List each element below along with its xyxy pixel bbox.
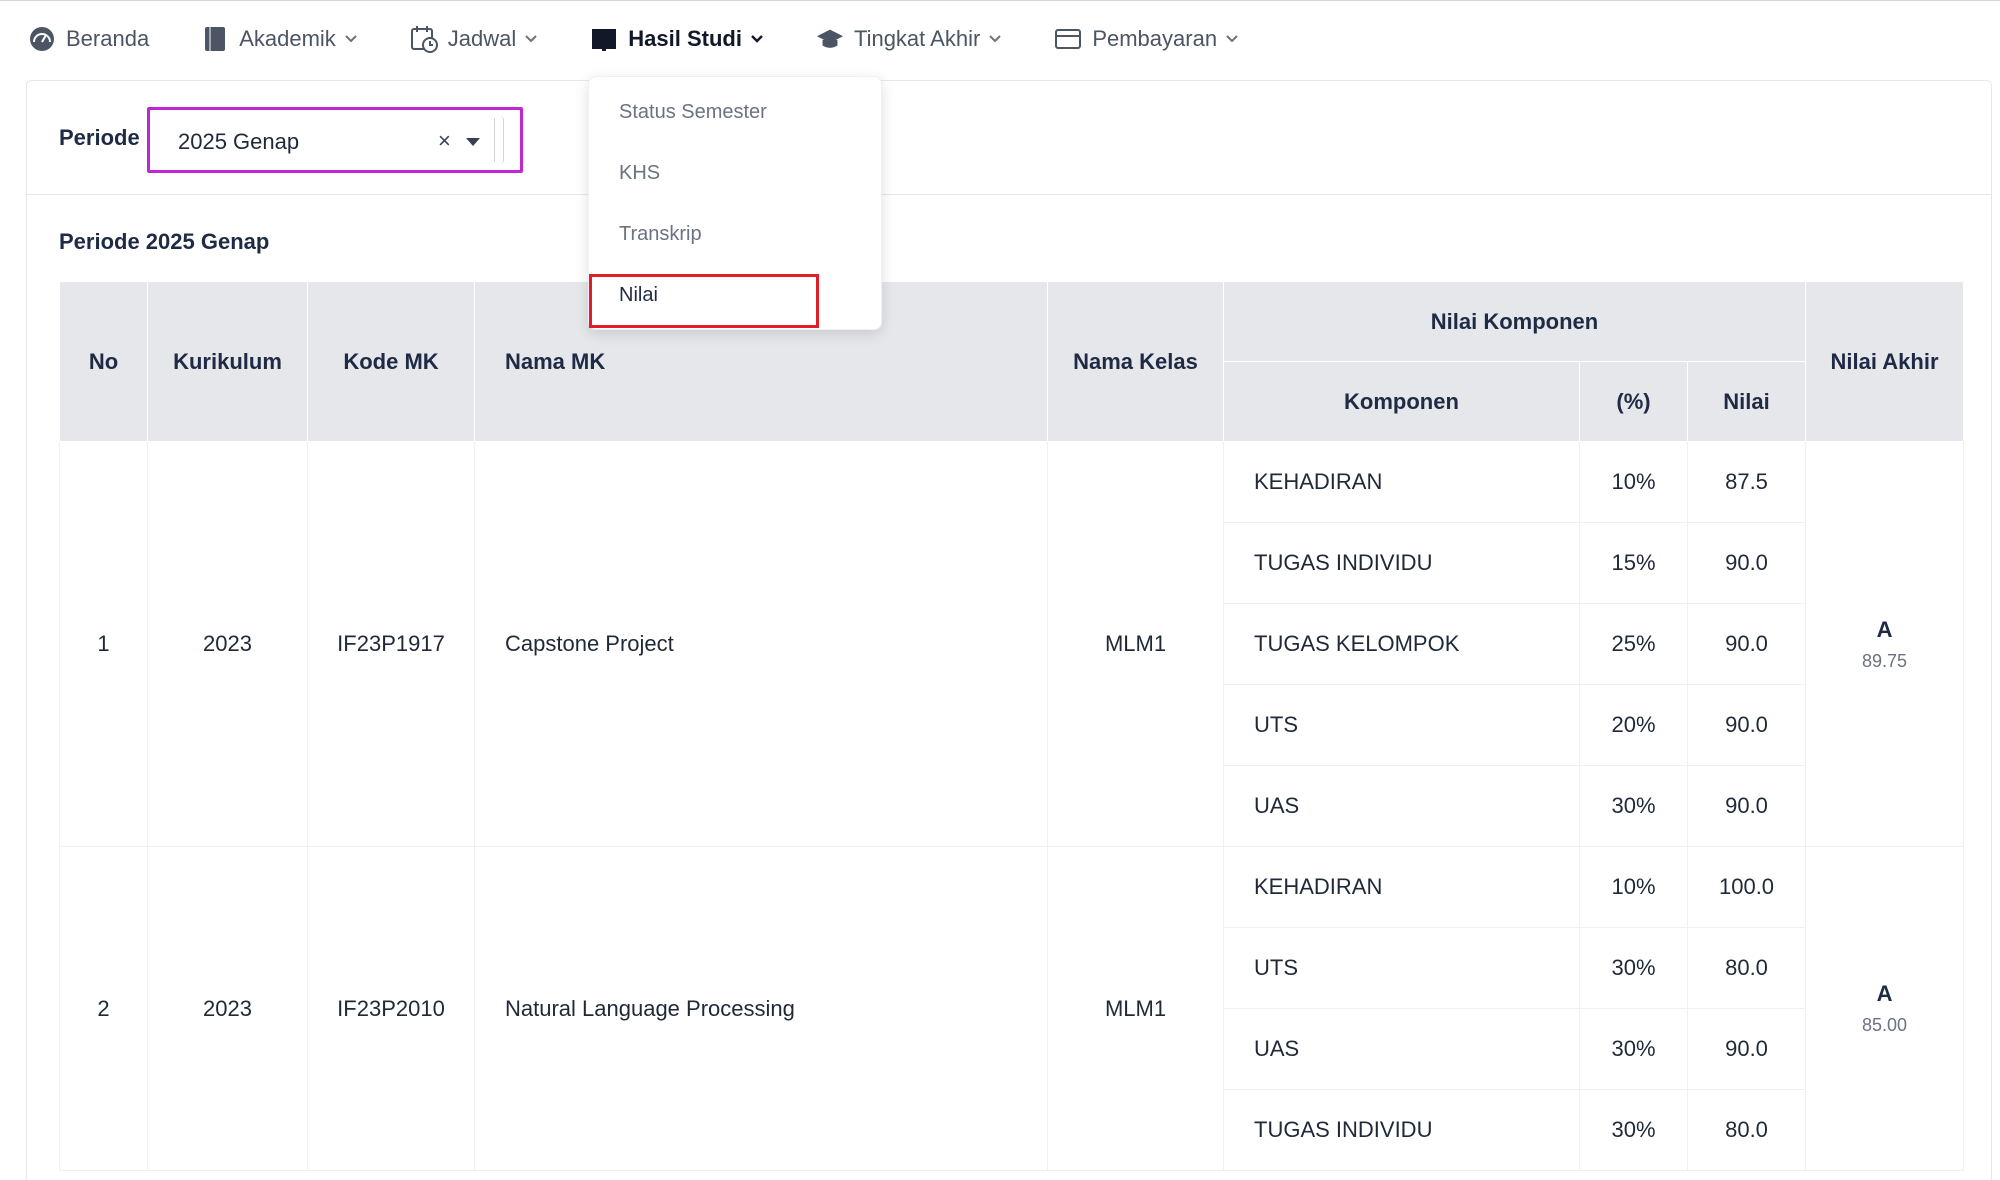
cell-komponen: TUGAS INDIVIDU — [1223, 1089, 1580, 1171]
cell-komponen: UTS — [1223, 927, 1580, 1009]
cell-persen: 15% — [1579, 522, 1688, 604]
cell-kurikulum: 2023 — [147, 846, 308, 1171]
chevron-down-icon — [344, 32, 358, 46]
header-nilai-akhir: Nilai Akhir — [1805, 281, 1965, 442]
header-nilai: Nilai — [1686, 361, 1807, 442]
final-grade-letter: A — [1876, 616, 1893, 642]
caret-down-icon[interactable] — [466, 138, 480, 146]
book-icon — [201, 25, 229, 53]
periode-label: Periode — [59, 125, 140, 150]
select-divider — [494, 118, 495, 162]
periode-select-value: 2025 Genap — [178, 129, 300, 154]
cell-kode-mk: IF23P2010 — [307, 846, 475, 1171]
header-no: No — [59, 281, 148, 442]
header-persen: (%) — [1579, 361, 1688, 442]
menu-item-transkrip[interactable]: Transkrip — [619, 223, 702, 246]
cell-persen: 20% — [1579, 684, 1688, 766]
section-title: Periode 2025 Genap — [59, 229, 270, 254]
cell-nilai: 100.0 — [1686, 846, 1807, 928]
cell-nilai: 80.0 — [1686, 927, 1807, 1009]
nav-akademik[interactable]: Akademik — [201, 1, 358, 77]
nav-tingkat-akhir[interactable]: Tingkat Akhir — [816, 1, 1002, 77]
menu-item-nilai-highlight — [589, 274, 819, 328]
cell-komponen: UAS — [1223, 765, 1580, 847]
nav-tingkat-akhir-label: Tingkat Akhir — [853, 25, 981, 51]
cell-persen: 10% — [1579, 441, 1688, 523]
cell-komponen: UAS — [1223, 1008, 1580, 1090]
nav-hasil-studi-label: Hasil Studi — [628, 25, 742, 51]
nav-beranda-label: Beranda — [66, 25, 150, 51]
open-book-icon — [590, 25, 618, 53]
nav-hasil-studi[interactable]: Hasil Studi — [590, 1, 764, 77]
chevron-down-icon — [1225, 32, 1239, 46]
header-komponen: Komponen — [1223, 361, 1580, 442]
nav-beranda[interactable]: Beranda — [28, 1, 149, 77]
menu-item-khs[interactable]: KHS — [619, 162, 660, 185]
cell-kurikulum: 2023 — [147, 441, 308, 847]
header-kode-mk: Kode MK — [307, 281, 475, 442]
cell-nilai: 80.0 — [1686, 1089, 1807, 1171]
header-nama-kelas: Nama Kelas — [1047, 281, 1224, 442]
nav-pembayaran-label: Pembayaran — [1092, 25, 1218, 51]
cell-persen: 25% — [1579, 603, 1688, 685]
table-row: 2 2023 IF23P2010 Natural Language Proces… — [59, 846, 1965, 1171]
cell-nilai: 90.0 — [1686, 1008, 1807, 1090]
cell-nama-kelas: MLM1 — [1047, 441, 1224, 847]
grade-table: No Kurikulum Kode MK Nama MK Nama Kelas … — [59, 281, 1965, 1171]
cell-persen: 30% — [1579, 927, 1688, 1009]
cell-no: 2 — [59, 846, 148, 1171]
cell-no: 1 — [59, 441, 148, 847]
cell-komponen: UTS — [1223, 684, 1580, 766]
calendar-clock-icon — [410, 25, 438, 53]
cell-nilai: 90.0 — [1686, 765, 1807, 847]
graduation-cap-icon — [816, 25, 844, 53]
nav-jadwal-label: Jadwal — [447, 25, 517, 51]
dashboard-gauge-icon — [28, 25, 56, 53]
nav-akademik-label: Akademik — [239, 25, 336, 51]
chevron-down-icon — [988, 32, 1002, 46]
cell-komponen: TUGAS INDIVIDU — [1223, 522, 1580, 604]
cell-nilai-akhir: A 85.00 — [1805, 846, 1965, 1171]
cell-komponen: KEHADIRAN — [1223, 846, 1580, 928]
cell-nilai: 90.0 — [1686, 522, 1807, 604]
cell-nilai-akhir: A 89.75 — [1805, 441, 1965, 847]
hasil-studi-dropdown: Status Semester KHS Transkrip Nilai — [588, 76, 882, 330]
cell-nilai: 90.0 — [1686, 603, 1807, 685]
header-nilai-komponen: Nilai Komponen — [1222, 281, 1807, 362]
chevron-down-icon — [524, 32, 538, 46]
cell-nama-kelas: MLM1 — [1047, 846, 1224, 1171]
cell-persen: 30% — [1579, 765, 1688, 847]
header-kurikulum: Kurikulum — [147, 281, 308, 442]
menu-item-status-semester[interactable]: Status Semester — [619, 101, 767, 124]
cell-nilai: 87.5 — [1686, 441, 1807, 523]
cell-persen: 30% — [1579, 1089, 1688, 1171]
nav-pembayaran[interactable]: Pembayaran — [1054, 1, 1239, 77]
cell-nilai: 90.0 — [1686, 684, 1807, 766]
cell-komponen: KEHADIRAN — [1223, 441, 1580, 523]
cell-persen: 10% — [1579, 846, 1688, 928]
nav-jadwal[interactable]: Jadwal — [410, 1, 538, 77]
final-grade-score: 85.00 — [1862, 1015, 1908, 1035]
table-row: 1 2023 IF23P1917 Capstone Project MLM1 K… — [59, 441, 1965, 847]
clear-icon[interactable]: × — [438, 128, 451, 154]
top-navbar: Beranda Akademik Jadwal Hasil Studi Ting… — [0, 0, 2000, 76]
cell-nama-mk: Natural Language Processing — [474, 846, 1048, 1171]
cell-komponen: TUGAS KELOMPOK — [1223, 603, 1580, 685]
periode-select[interactable]: 2025 Genap × — [147, 107, 523, 173]
final-grade-letter: A — [1876, 981, 1893, 1006]
cell-nama-mk: Capstone Project — [474, 441, 1048, 847]
chevron-down-icon — [750, 32, 764, 46]
cell-persen: 30% — [1579, 1008, 1688, 1090]
payment-card-icon — [1054, 25, 1082, 53]
cell-kode-mk: IF23P1917 — [307, 441, 475, 847]
final-grade-score: 89.75 — [1862, 650, 1908, 671]
content-card: Periode 2025 Genap × Periode 2025 Genap … — [26, 80, 1992, 1180]
filter-row: Periode 2025 Genap × — [27, 81, 1991, 195]
